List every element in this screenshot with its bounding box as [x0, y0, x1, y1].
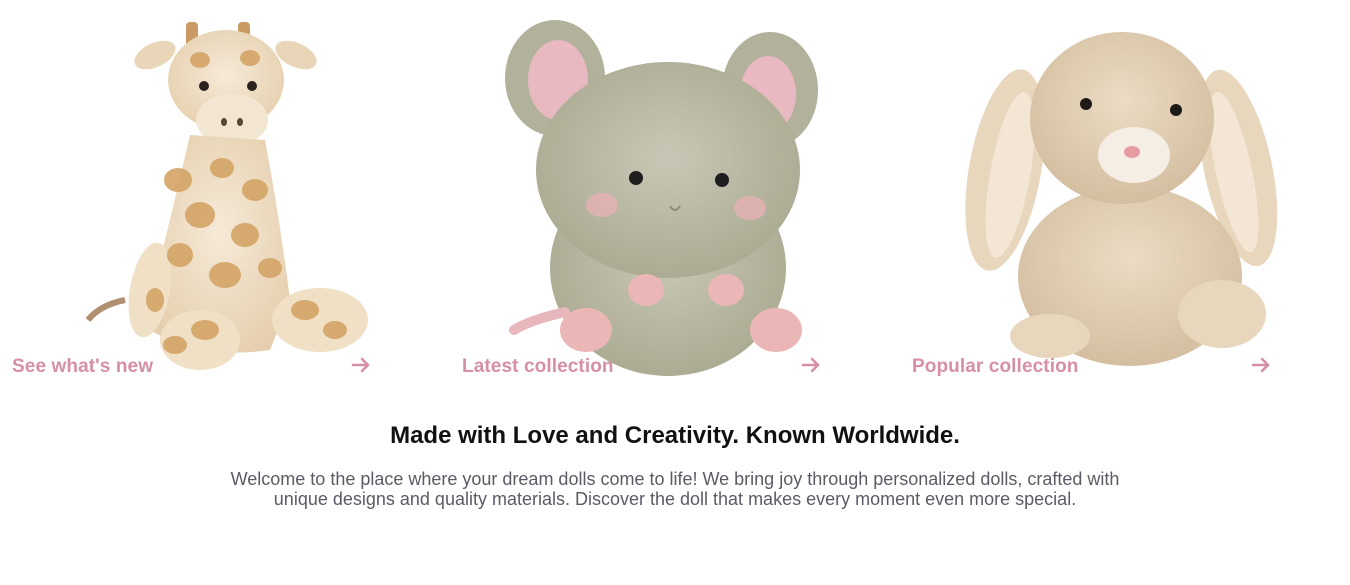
section-heading: Made with Love and Creativity. Known Wor… — [390, 422, 960, 449]
card-label[interactable]: See what's new — [12, 356, 153, 378]
section-description: Welcome to the place where your dream do… — [230, 469, 1120, 509]
arrow-right-icon[interactable] — [1250, 354, 1272, 376]
arrow-right-icon[interactable] — [350, 354, 372, 376]
collection-cards: See what's new Latest collection Popular… — [0, 0, 1350, 390]
giraffe-plush-image — [85, 22, 368, 370]
mouse-plush-image — [505, 20, 818, 376]
card-label[interactable]: Popular collection — [912, 356, 1079, 378]
card-popular-collection[interactable]: Popular collection — [900, 0, 1290, 390]
card-see-whats-new[interactable]: See what's new — [0, 0, 390, 390]
page: See what's new Latest collection Popular… — [0, 0, 1350, 585]
arrow-right-icon[interactable] — [800, 354, 822, 376]
card-label[interactable]: Latest collection — [462, 356, 614, 378]
card-latest-collection[interactable]: Latest collection — [450, 0, 840, 390]
bunny-plush-image — [965, 32, 1278, 366]
